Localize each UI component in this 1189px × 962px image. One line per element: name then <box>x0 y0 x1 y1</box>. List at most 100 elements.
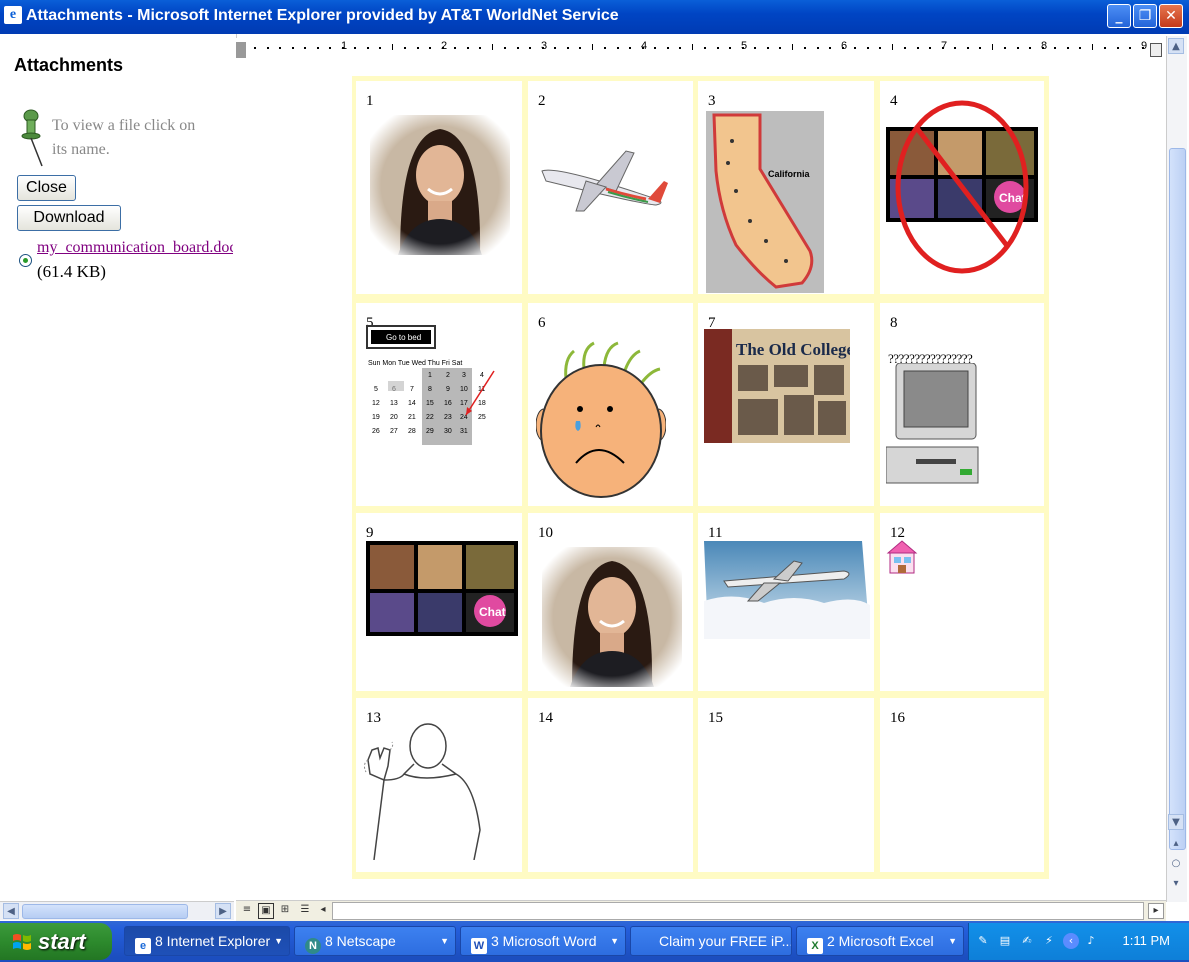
writing-icon[interactable]: ✍ <box>1019 933 1035 949</box>
svg-text:20: 20 <box>390 414 398 421</box>
board-cell-5: 5 Go to bed Sun Mon Tue Wed Thu Fri Sat 1 2 3… <box>356 303 522 506</box>
ruler-mark <box>392 44 393 50</box>
task-microsoft-word[interactable]: W3 Microsoft Word ▼ <box>460 926 626 956</box>
svg-text:3: 3 <box>462 372 466 379</box>
ruler-mark <box>504 47 506 49</box>
file-radio[interactable] <box>19 254 32 267</box>
ruler-mark <box>1129 47 1131 49</box>
vertical-scrollbar[interactable]: ▲ ▼ ▴ ○ ▾ <box>1166 36 1187 902</box>
speaker-icon[interactable]: ♪ <box>1083 933 1099 949</box>
minimize-button[interactable]: _ <box>1107 4 1131 28</box>
system-tray: ✎ ▤ ✍ ⚡ ‹ ♪ 1:11 PM <box>968 923 1189 960</box>
ruler-indent-marker-icon[interactable] <box>1150 43 1162 57</box>
cell-number: 10 <box>538 525 553 541</box>
maximize-button[interactable]: ❐ <box>1133 4 1157 28</box>
ruler-mark <box>367 47 369 49</box>
house-image <box>886 539 918 582</box>
cell-number: 3 <box>708 93 716 109</box>
board-cell-1: 1 <box>356 81 522 294</box>
ruler-mark <box>779 47 781 49</box>
old-college-try-image: The Old College Try <box>704 329 885 448</box>
ie-icon: e <box>4 6 22 24</box>
scroll-thumb[interactable] <box>22 904 188 919</box>
file-size: (61.4 KB) <box>37 262 106 281</box>
board-cell-15: 15 <box>698 698 874 872</box>
board-cell-6: 6 <box>528 303 693 506</box>
cell-number: 6 <box>538 315 546 331</box>
ruler-mark <box>592 44 593 50</box>
scroll-right-doc-icon[interactable]: ▸ <box>1148 903 1164 919</box>
pushpin-icon <box>21 109 43 167</box>
ruler-mark <box>417 47 419 49</box>
scroll-up-icon[interactable]: ▲ <box>1168 38 1184 54</box>
download-button[interactable]: Download <box>17 205 121 231</box>
scroll-down-icon[interactable]: ▼ <box>1168 814 1184 830</box>
outline-view-icon[interactable]: ☰ <box>298 903 312 917</box>
pen-icon[interactable]: ✎ <box>975 933 991 949</box>
svg-text:Chat: Chat <box>479 605 506 619</box>
svg-text:10: 10 <box>460 386 468 393</box>
ruler-mark <box>329 47 331 49</box>
select-browse-icon[interactable]: ○ <box>1168 856 1184 872</box>
communication-board: 1 2 3 California 4 Chat 5 Go to bed Sun Mon Tue … <box>352 76 1049 879</box>
ruler-mark <box>304 47 306 49</box>
calendar-image: Go to bed Sun Mon Tue Wed Thu Fri Sat 1 2 3 4… <box>366 325 496 458</box>
scroll-left-doc-icon[interactable]: ◂ <box>316 903 330 917</box>
normal-view-icon[interactable]: ≡ <box>240 903 254 917</box>
task-dropdown-icon: ▼ <box>274 936 283 946</box>
board-cell-14: 14 <box>528 698 693 872</box>
sign-language-image <box>363 720 488 865</box>
show-hidden-icons-icon[interactable]: ‹ <box>1063 933 1079 949</box>
svg-text:19: 19 <box>372 414 380 421</box>
cell-number: 15 <box>708 710 723 726</box>
ruler-mark <box>692 44 693 50</box>
ruler-mark <box>1067 47 1069 49</box>
doc-hscroll-track[interactable] <box>332 902 1144 920</box>
woman-photo-image <box>370 115 510 260</box>
print-view-icon[interactable]: ⊞ <box>278 903 292 917</box>
board-cell-12: 12 <box>880 513 1044 691</box>
airplane-image <box>536 141 676 226</box>
ruler-mark <box>667 47 669 49</box>
scroll-right-icon[interactable]: ▶ <box>215 903 231 919</box>
network-icon[interactable]: ⚡ <box>1041 933 1057 949</box>
ruler-number: 3 <box>541 40 548 52</box>
scroll-left-icon[interactable]: ◀ <box>3 903 19 919</box>
board-cell-11: 11 <box>698 513 874 691</box>
task-microsoft-excel[interactable]: X2 Microsoft Excel ▼ <box>796 926 964 956</box>
task-label: 3 Microsoft Word <box>491 933 597 949</box>
monitor-icon[interactable]: ▤ <box>997 933 1013 949</box>
ruler-mark <box>467 47 469 49</box>
task-internet-explorer[interactable]: e8 Internet Explorer ▼ <box>124 926 290 956</box>
board-cell-3: 3 California <box>698 81 874 294</box>
svg-text:29: 29 <box>426 428 434 435</box>
svg-text:30: 30 <box>444 428 452 435</box>
left-horizontal-scrollbar[interactable]: ◀ ▶ <box>0 901 234 920</box>
chat-collage-image: Chat <box>366 541 518 641</box>
close-window-button[interactable]: ✕ <box>1159 4 1183 28</box>
task-netscape[interactable]: N8 Netscape ▼ <box>294 926 456 956</box>
svg-text:26: 26 <box>372 428 380 435</box>
web-view-icon[interactable]: ▣ <box>258 903 274 919</box>
ruler-mark <box>979 47 981 49</box>
prev-page-icon[interactable]: ▴ <box>1168 836 1184 852</box>
next-page-icon[interactable]: ▾ <box>1168 876 1184 892</box>
airplane-clouds-image <box>704 541 870 644</box>
attachment-link[interactable]: my_communication_board.doc <box>37 239 233 257</box>
task-claim-free[interactable]: Claim your FREE iP... <box>630 926 792 956</box>
vscroll-thumb[interactable] <box>1169 148 1186 850</box>
ruler-mark <box>992 44 993 50</box>
ruler-mark <box>679 47 681 49</box>
svg-text:25: 25 <box>478 414 486 421</box>
close-button[interactable]: Close <box>17 175 76 201</box>
svg-text:17: 17 <box>460 400 468 407</box>
ruler-mark <box>529 47 531 49</box>
ruler-mark <box>767 47 769 49</box>
ruler-mark <box>404 47 406 49</box>
pane-title: Attachments <box>14 55 124 75</box>
start-button[interactable]: start <box>0 923 112 960</box>
svg-text:13: 13 <box>390 400 398 407</box>
ruler-mark <box>829 47 831 49</box>
window-title: Attachments - Microsoft Internet Explore… <box>26 7 619 24</box>
svg-text:1: 1 <box>428 372 432 379</box>
